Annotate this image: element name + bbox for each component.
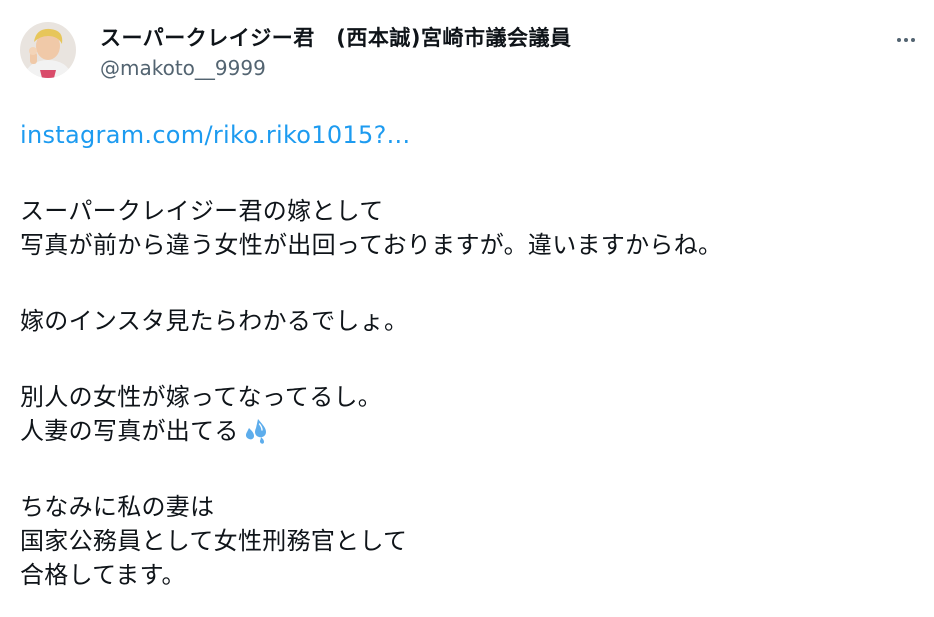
text-line: 別人の女性が嫁ってなってるし。 — [20, 383, 383, 411]
text-line: スーパークレイジー君の嫁として — [20, 197, 384, 225]
avatar-image — [20, 22, 76, 78]
user-avatar[interactable] — [20, 22, 76, 78]
text-line: 写真が前から違う女性が出回っておりますが。違いますからね。 — [20, 231, 723, 259]
author-display-name[interactable]: スーパークレイジー君 (西本誠)宮崎市議会議員 — [100, 24, 571, 52]
tweet-header: スーパークレイジー君 (西本誠)宮崎市議会議員 @makoto__9999 — [20, 22, 920, 88]
tweet-card: スーパークレイジー君 (西本誠)宮崎市議会議員 @makoto__9999 in… — [0, 0, 934, 617]
text-segment: 人妻の写真が出てる — [20, 417, 239, 445]
tweet-text: instagram.com/riko.riko1015?... スーパークレイジ… — [20, 118, 910, 592]
text-line: ちなみに私の妻は — [20, 493, 215, 521]
text-line: 嫁のインスタ見たらわかるでしょ。 — [20, 307, 409, 335]
more-dot — [904, 38, 908, 42]
more-options-icon[interactable] — [892, 26, 920, 54]
more-dot — [897, 38, 901, 42]
text-line: 合格してます。 — [20, 561, 186, 589]
sweat-droplets-emoji — [245, 419, 266, 444]
more-dot — [911, 38, 915, 42]
text-line-with-emoji: 人妻の写真が出てる — [20, 414, 910, 448]
instagram-link[interactable]: instagram.com/riko.riko1015?... — [20, 118, 910, 152]
author-names: スーパークレイジー君 (西本誠)宮崎市議会議員 @makoto__9999 — [100, 24, 571, 81]
author-handle[interactable]: @makoto__9999 — [100, 55, 571, 81]
text-line: 国家公務員として女性刑務官として — [20, 527, 408, 555]
